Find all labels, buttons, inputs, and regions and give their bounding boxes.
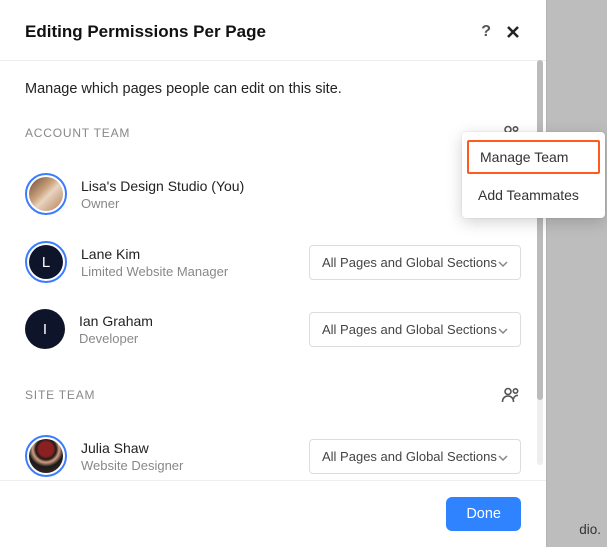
member-name: Lisa's Design Studio (You) [81, 178, 521, 194]
modal-body: Manage which pages people can edit on th… [0, 61, 546, 480]
member-row-ian: I Ian Graham Developer All Pages and Glo… [25, 297, 521, 363]
site-team-label: SITE TEAM [25, 388, 95, 402]
member-info: Lisa's Design Studio (You) Owner [81, 178, 521, 211]
permission-value: All Pages and Global Sections [322, 322, 497, 337]
modal-header: Editing Permissions Per Page ? [0, 0, 546, 61]
member-role: Owner [81, 196, 521, 211]
member-info: Julia Shaw Website Designer [81, 440, 309, 473]
site-team-header: SITE TEAM [25, 387, 521, 403]
scrollbar-thumb[interactable] [537, 60, 543, 400]
member-role: Developer [79, 331, 309, 346]
modal-footer: Done [0, 480, 546, 547]
background-text-fragment: dio. [579, 522, 601, 537]
close-icon[interactable] [505, 24, 521, 40]
modal-subtitle: Manage which pages people can edit on th… [25, 81, 521, 97]
team-dropdown-menu: Manage Team Add Teammates [462, 132, 605, 218]
permission-select[interactable]: All Pages and Global Sections [309, 245, 521, 280]
avatar: I [25, 309, 65, 349]
permission-select[interactable]: All Pages and Global Sections [309, 439, 521, 474]
dropdown-item-manage-team[interactable]: Manage Team [467, 140, 600, 174]
chevron-down-icon [498, 322, 508, 337]
account-team-label: ACCOUNT TEAM [25, 126, 130, 140]
done-button[interactable]: Done [446, 497, 521, 531]
manage-site-team-icon[interactable] [501, 387, 521, 403]
permissions-modal: Editing Permissions Per Page ? Manage wh… [0, 0, 546, 547]
permission-value: All Pages and Global Sections [322, 255, 497, 270]
modal-title: Editing Permissions Per Page [25, 22, 266, 42]
member-name: Ian Graham [79, 313, 309, 329]
member-info: Lane Kim Limited Website Manager [81, 246, 309, 279]
avatar [25, 435, 67, 477]
member-info: Ian Graham Developer [79, 313, 309, 346]
member-role: Limited Website Manager [81, 264, 309, 279]
member-name: Lane Kim [81, 246, 309, 262]
help-icon[interactable]: ? [481, 23, 491, 41]
member-name: Julia Shaw [81, 440, 309, 456]
chevron-down-icon [498, 449, 508, 464]
header-actions: ? [481, 23, 521, 41]
member-row-lisa: Lisa's Design Studio (You) Owner [25, 161, 521, 229]
member-row-lane: L Lane Kim Limited Website Manager All P… [25, 229, 521, 297]
avatar [25, 173, 67, 215]
dropdown-item-add-teammates[interactable]: Add Teammates [462, 177, 605, 213]
permission-value: All Pages and Global Sections [322, 449, 497, 464]
member-role: Website Designer [81, 458, 309, 473]
scrollbar[interactable] [537, 60, 543, 465]
chevron-down-icon [498, 255, 508, 270]
member-row-julia: Julia Shaw Website Designer All Pages an… [25, 423, 521, 480]
avatar: L [25, 241, 67, 283]
account-team-header: ACCOUNT TEAM [25, 125, 521, 141]
permission-select[interactable]: All Pages and Global Sections [309, 312, 521, 347]
